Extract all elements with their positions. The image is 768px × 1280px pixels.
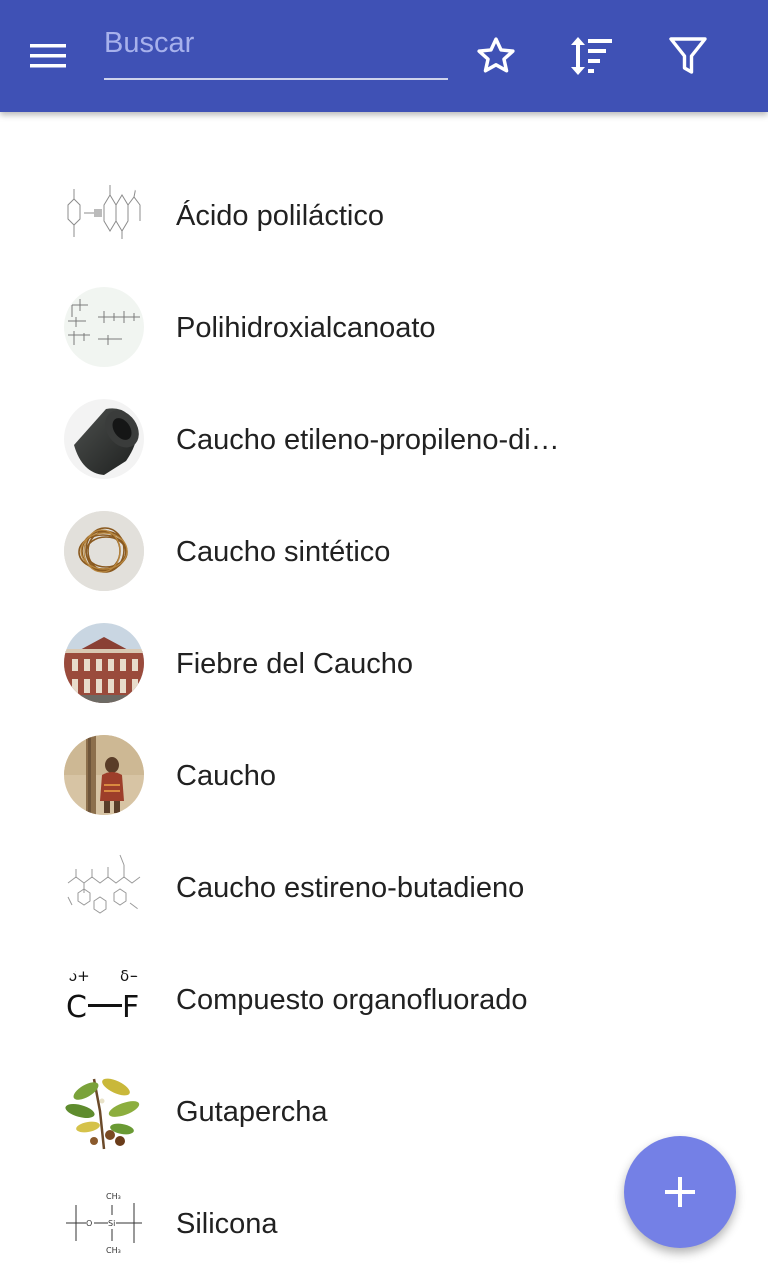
list-item[interactable]: Caucho [0,720,768,832]
hamburger-menu-icon [30,44,66,68]
delta-minus-label: δ− [120,967,142,985]
item-thumbnail [64,847,144,927]
carbon-label: C [66,990,87,1025]
filter-button[interactable] [660,28,716,84]
list-item[interactable]: δ+ δ− C F Compuesto organofluorado [0,944,768,1056]
sort-button[interactable] [564,28,620,84]
item-label: Ácido poliláctico [176,199,384,232]
item-label: Compuesto organofluorado [176,983,528,1016]
methyl-bottom-label: CH₃ [106,1246,121,1255]
item-label: Gutapercha [176,1095,328,1128]
item-thumbnail [64,399,144,479]
list-item[interactable]: Caucho estireno-butadieno [0,832,768,944]
item-label: Caucho [176,759,276,792]
menu-button[interactable] [28,36,84,76]
list-item[interactable]: Ácido poliláctico [0,160,768,272]
item-thumbnail [64,623,144,703]
star-outline-icon [477,37,515,73]
list-item[interactable]: Fiebre del Caucho [0,608,768,720]
sort-icon [571,37,612,75]
app-bar [0,0,768,112]
item-label: Polihidroxialcanoato [176,311,436,344]
search-input[interactable] [104,22,448,80]
item-label: Fiebre del Caucho [176,647,413,680]
plus-icon [665,1177,695,1207]
list-item[interactable]: Caucho sintético [0,496,768,608]
favorites-button[interactable] [468,28,524,84]
item-thumbnail [64,175,144,255]
list-item[interactable]: Polihidroxialcanoato [0,272,768,384]
item-thumbnail [64,511,144,591]
oxygen-label: O [86,1219,92,1228]
article-list: Ácido poliláctico Polihidroxialcanoato C… [0,160,768,1280]
methyl-top-label: CH₃ [106,1192,121,1201]
list-item[interactable]: Caucho etileno-propileno-di… [0,384,768,496]
item-thumbnail [64,735,144,815]
item-label: Caucho etileno-propileno-di… [176,423,560,456]
item-label: Silicona [176,1207,278,1240]
silicon-label: Si [108,1219,115,1228]
item-thumbnail: O Si CH₃ CH₃ [64,1183,144,1263]
filter-icon [669,37,707,74]
item-thumbnail: δ+ δ− C F [64,959,144,1039]
fluorine-label: F [122,990,139,1025]
item-label: Caucho estireno-butadieno [176,871,525,904]
item-thumbnail [64,1071,144,1151]
delta-plus-label: δ+ [68,967,90,985]
item-thumbnail [64,287,144,367]
add-button[interactable] [624,1136,736,1248]
item-label: Caucho sintético [176,535,391,568]
search-box [104,22,448,82]
